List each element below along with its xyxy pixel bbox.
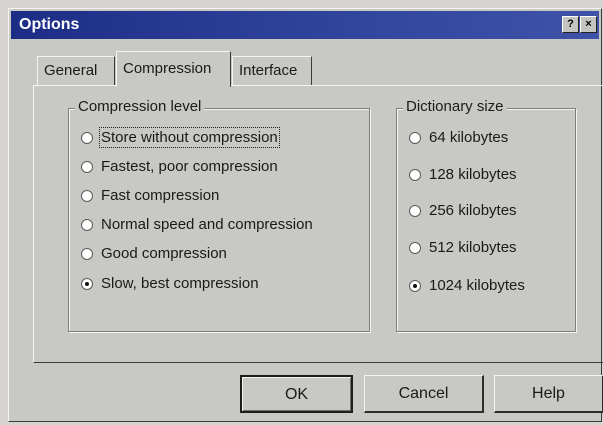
radio-button[interactable] — [409, 242, 421, 254]
compression-level-legend: Compression level — [75, 98, 205, 115]
dictionary-size-legend: Dictionary size — [403, 98, 507, 115]
radio-label: Fastest, poor compression — [101, 158, 278, 175]
radio-label: 64 kilobytes — [429, 129, 509, 146]
radio-label: 512 kilobytes — [429, 239, 517, 256]
tab-panel-compression: Compression level Store without compress… — [33, 85, 603, 363]
dialog-title: Options — [19, 16, 80, 33]
radio-button[interactable] — [409, 169, 421, 181]
radio-button[interactable] — [81, 190, 93, 202]
help-button[interactable]: Help — [494, 375, 603, 413]
radio-label: Slow, best compression — [101, 275, 259, 292]
radio-label: Fast compression — [101, 187, 220, 204]
radio-selected-dot — [413, 284, 417, 288]
radio-button[interactable] — [81, 219, 93, 231]
options-dialog: Options ? × General Compression Interfac… — [8, 8, 603, 422]
compression-level-group: Compression level Store without compress… — [68, 98, 370, 332]
radio-button[interactable] — [81, 161, 93, 173]
radio-label: 256 kilobytes — [429, 202, 517, 219]
tab-general[interactable]: General — [37, 56, 115, 86]
radio-button[interactable] — [81, 278, 93, 290]
radio-label: 1024 kilobytes — [429, 277, 525, 294]
radio-label: Store without compression — [99, 127, 280, 148]
close-icon[interactable]: × — [580, 16, 597, 33]
ok-button[interactable]: OK — [240, 375, 353, 413]
tab-interface[interactable]: Interface — [232, 56, 312, 86]
radio-label: Good compression — [101, 245, 227, 262]
radio-button[interactable] — [81, 248, 93, 260]
dictionary-size-group: Dictionary size 64 kilobytes 128 kilobyt… — [396, 98, 576, 332]
tab-compression[interactable]: Compression — [116, 51, 231, 87]
cancel-button[interactable]: Cancel — [364, 375, 484, 413]
radio-button[interactable] — [409, 280, 421, 292]
title-bar[interactable]: Options ? × — [11, 11, 599, 39]
radio-selected-dot — [85, 282, 89, 286]
radio-label: 128 kilobytes — [429, 166, 517, 183]
radio-button[interactable] — [409, 132, 421, 144]
radio-label: Normal speed and compression — [101, 216, 313, 233]
help-icon[interactable]: ? — [562, 16, 579, 33]
radio-button[interactable] — [409, 205, 421, 217]
radio-button[interactable] — [81, 132, 93, 144]
